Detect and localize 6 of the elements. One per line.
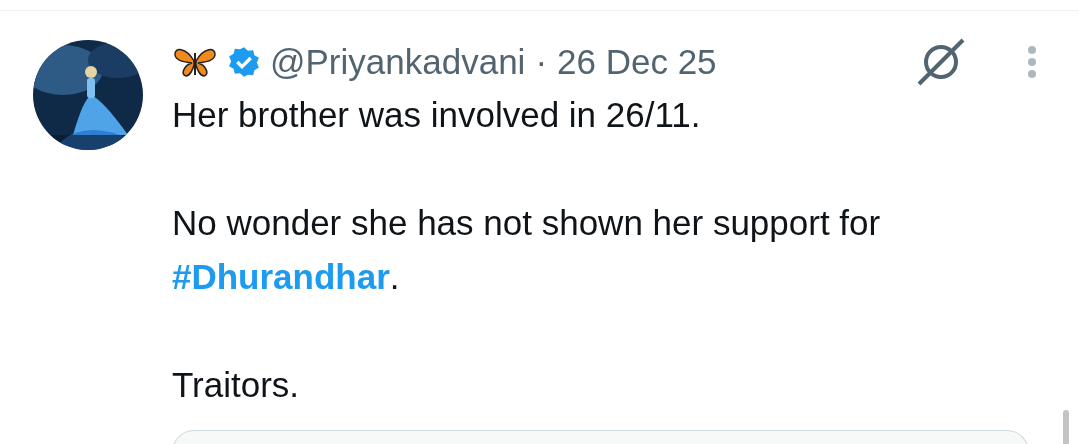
post-text: Traitors. [172,364,301,406]
author-handle[interactable]: @Priyankadvani [270,42,526,82]
post-date[interactable]: 26 Dec 25 [557,42,717,82]
post-text: Her brother was involved in 26/11. [172,94,702,136]
post-text: No wonder she has not shown her support for #Dhurandhar. [172,202,882,298]
separator: · [535,42,548,82]
